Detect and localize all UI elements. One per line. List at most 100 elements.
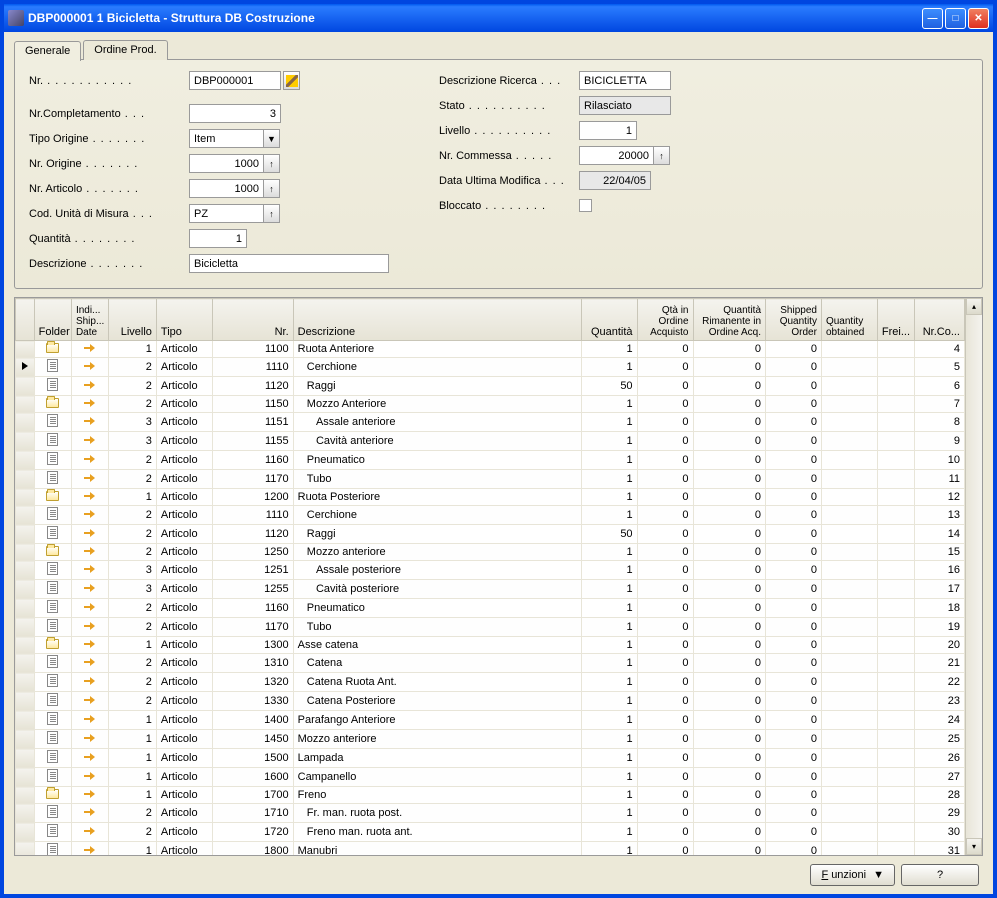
vertical-scrollbar[interactable]: ▴ ▾: [965, 298, 982, 855]
cell-indi[interactable]: [71, 489, 108, 506]
cell-nr[interactable]: 1110: [212, 506, 293, 525]
cell-indi[interactable]: [71, 692, 108, 711]
cell-livello[interactable]: 2: [109, 654, 157, 673]
cell-nrco[interactable]: 4: [915, 341, 965, 358]
cell-tipo[interactable]: Articolo: [156, 637, 212, 654]
input-cod-um[interactable]: [189, 204, 264, 223]
row-header[interactable]: [16, 432, 35, 451]
cell-nr[interactable]: 1330: [212, 692, 293, 711]
cell-frei[interactable]: [877, 413, 914, 432]
cell-nr[interactable]: 1151: [212, 413, 293, 432]
cell-desc[interactable]: Freno man. ruota ant.: [293, 823, 581, 842]
table-row[interactable]: 1Articolo1300Asse catena100020: [16, 637, 965, 654]
checkbox-bloccato[interactable]: [579, 199, 592, 212]
row-header[interactable]: [16, 544, 35, 561]
row-header[interactable]: [16, 692, 35, 711]
cell-qty-obt[interactable]: [821, 787, 877, 804]
cell-qty-obt[interactable]: [821, 525, 877, 544]
cell-indi[interactable]: [71, 580, 108, 599]
table-row[interactable]: 2Articolo1150 Mozzo Anteriore10007: [16, 396, 965, 413]
input-quantita[interactable]: [189, 229, 247, 248]
cell-nrco[interactable]: 18: [915, 599, 965, 618]
cell-qta-ord[interactable]: 0: [637, 768, 693, 787]
table-row[interactable]: 3Articolo1251 Assale posteriore100016: [16, 561, 965, 580]
cell-tipo[interactable]: Articolo: [156, 561, 212, 580]
cell-tipo[interactable]: Articolo: [156, 768, 212, 787]
lookup-nr-articolo[interactable]: ↑: [263, 179, 280, 198]
cell-qta-ord[interactable]: 0: [637, 692, 693, 711]
cell-qta[interactable]: 1: [581, 561, 637, 580]
cell-desc[interactable]: Pneumatico: [293, 599, 581, 618]
col-tipo[interactable]: Tipo: [156, 299, 212, 341]
cell-ship-qty[interactable]: 0: [766, 673, 822, 692]
row-header[interactable]: [16, 637, 35, 654]
cell-qta-rim[interactable]: 0: [693, 768, 766, 787]
cell-frei[interactable]: [877, 787, 914, 804]
cell-qta[interactable]: 1: [581, 711, 637, 730]
cell-nrco[interactable]: 16: [915, 561, 965, 580]
cell-desc[interactable]: Mozzo anteriore: [293, 730, 581, 749]
row-header[interactable]: [16, 768, 35, 787]
cell-livello[interactable]: 2: [109, 673, 157, 692]
input-nr-origine[interactable]: [189, 154, 264, 173]
cell-qta-ord[interactable]: 0: [637, 341, 693, 358]
cell-livello[interactable]: 1: [109, 489, 157, 506]
cell-qta-rim[interactable]: 0: [693, 823, 766, 842]
cell-folder[interactable]: [34, 842, 71, 856]
lookup-cod-um[interactable]: ↑: [263, 204, 280, 223]
input-nr[interactable]: [189, 71, 281, 90]
input-nr-articolo[interactable]: [189, 179, 264, 198]
cell-ship-qty[interactable]: 0: [766, 768, 822, 787]
cell-qty-obt[interactable]: [821, 432, 877, 451]
cell-folder[interactable]: [34, 749, 71, 768]
cell-ship-qty[interactable]: 0: [766, 396, 822, 413]
cell-qta-ord[interactable]: 0: [637, 377, 693, 396]
cell-frei[interactable]: [877, 525, 914, 544]
cell-tipo[interactable]: Articolo: [156, 358, 212, 377]
cell-qta-ord[interactable]: 0: [637, 654, 693, 673]
cell-nrco[interactable]: 31: [915, 842, 965, 856]
cell-desc[interactable]: Fr. man. ruota post.: [293, 804, 581, 823]
cell-qta-rim[interactable]: 0: [693, 618, 766, 637]
cell-frei[interactable]: [877, 637, 914, 654]
cell-qta-ord[interactable]: 0: [637, 451, 693, 470]
lookup-nr-commessa[interactable]: ↑: [653, 146, 670, 165]
cell-indi[interactable]: [71, 506, 108, 525]
cell-qta-ord[interactable]: 0: [637, 561, 693, 580]
cell-indi[interactable]: [71, 768, 108, 787]
cell-nrco[interactable]: 5: [915, 358, 965, 377]
cell-qta-ord[interactable]: 0: [637, 711, 693, 730]
cell-livello[interactable]: 2: [109, 525, 157, 544]
table-row[interactable]: 2Articolo1710 Fr. man. ruota post.100029: [16, 804, 965, 823]
cell-frei[interactable]: [877, 599, 914, 618]
cell-qty-obt[interactable]: [821, 673, 877, 692]
cell-qta-rim[interactable]: 0: [693, 711, 766, 730]
cell-indi[interactable]: [71, 842, 108, 856]
cell-livello[interactable]: 2: [109, 377, 157, 396]
cell-nr[interactable]: 1320: [212, 673, 293, 692]
cell-qta[interactable]: 1: [581, 654, 637, 673]
cell-folder[interactable]: [34, 432, 71, 451]
cell-frei[interactable]: [877, 470, 914, 489]
row-header[interactable]: [16, 470, 35, 489]
cell-qta-rim[interactable]: 0: [693, 451, 766, 470]
cell-indi[interactable]: [71, 561, 108, 580]
cell-qta-rim[interactable]: 0: [693, 692, 766, 711]
cell-nrco[interactable]: 19: [915, 618, 965, 637]
cell-qta-rim[interactable]: 0: [693, 654, 766, 673]
cell-qty-obt[interactable]: [821, 544, 877, 561]
cell-qta-ord[interactable]: 0: [637, 618, 693, 637]
cell-indi[interactable]: [71, 377, 108, 396]
cell-ship-qty[interactable]: 0: [766, 470, 822, 489]
cell-frei[interactable]: [877, 692, 914, 711]
cell-indi[interactable]: [71, 654, 108, 673]
cell-desc[interactable]: Cerchione: [293, 358, 581, 377]
cell-ship-qty[interactable]: 0: [766, 358, 822, 377]
cell-folder[interactable]: [34, 711, 71, 730]
cell-ship-qty[interactable]: 0: [766, 580, 822, 599]
cell-qta-ord[interactable]: 0: [637, 580, 693, 599]
table-row[interactable]: 1Articolo1450Mozzo anteriore100025: [16, 730, 965, 749]
cell-indi[interactable]: [71, 470, 108, 489]
cell-qty-obt[interactable]: [821, 749, 877, 768]
cell-indi[interactable]: [71, 451, 108, 470]
